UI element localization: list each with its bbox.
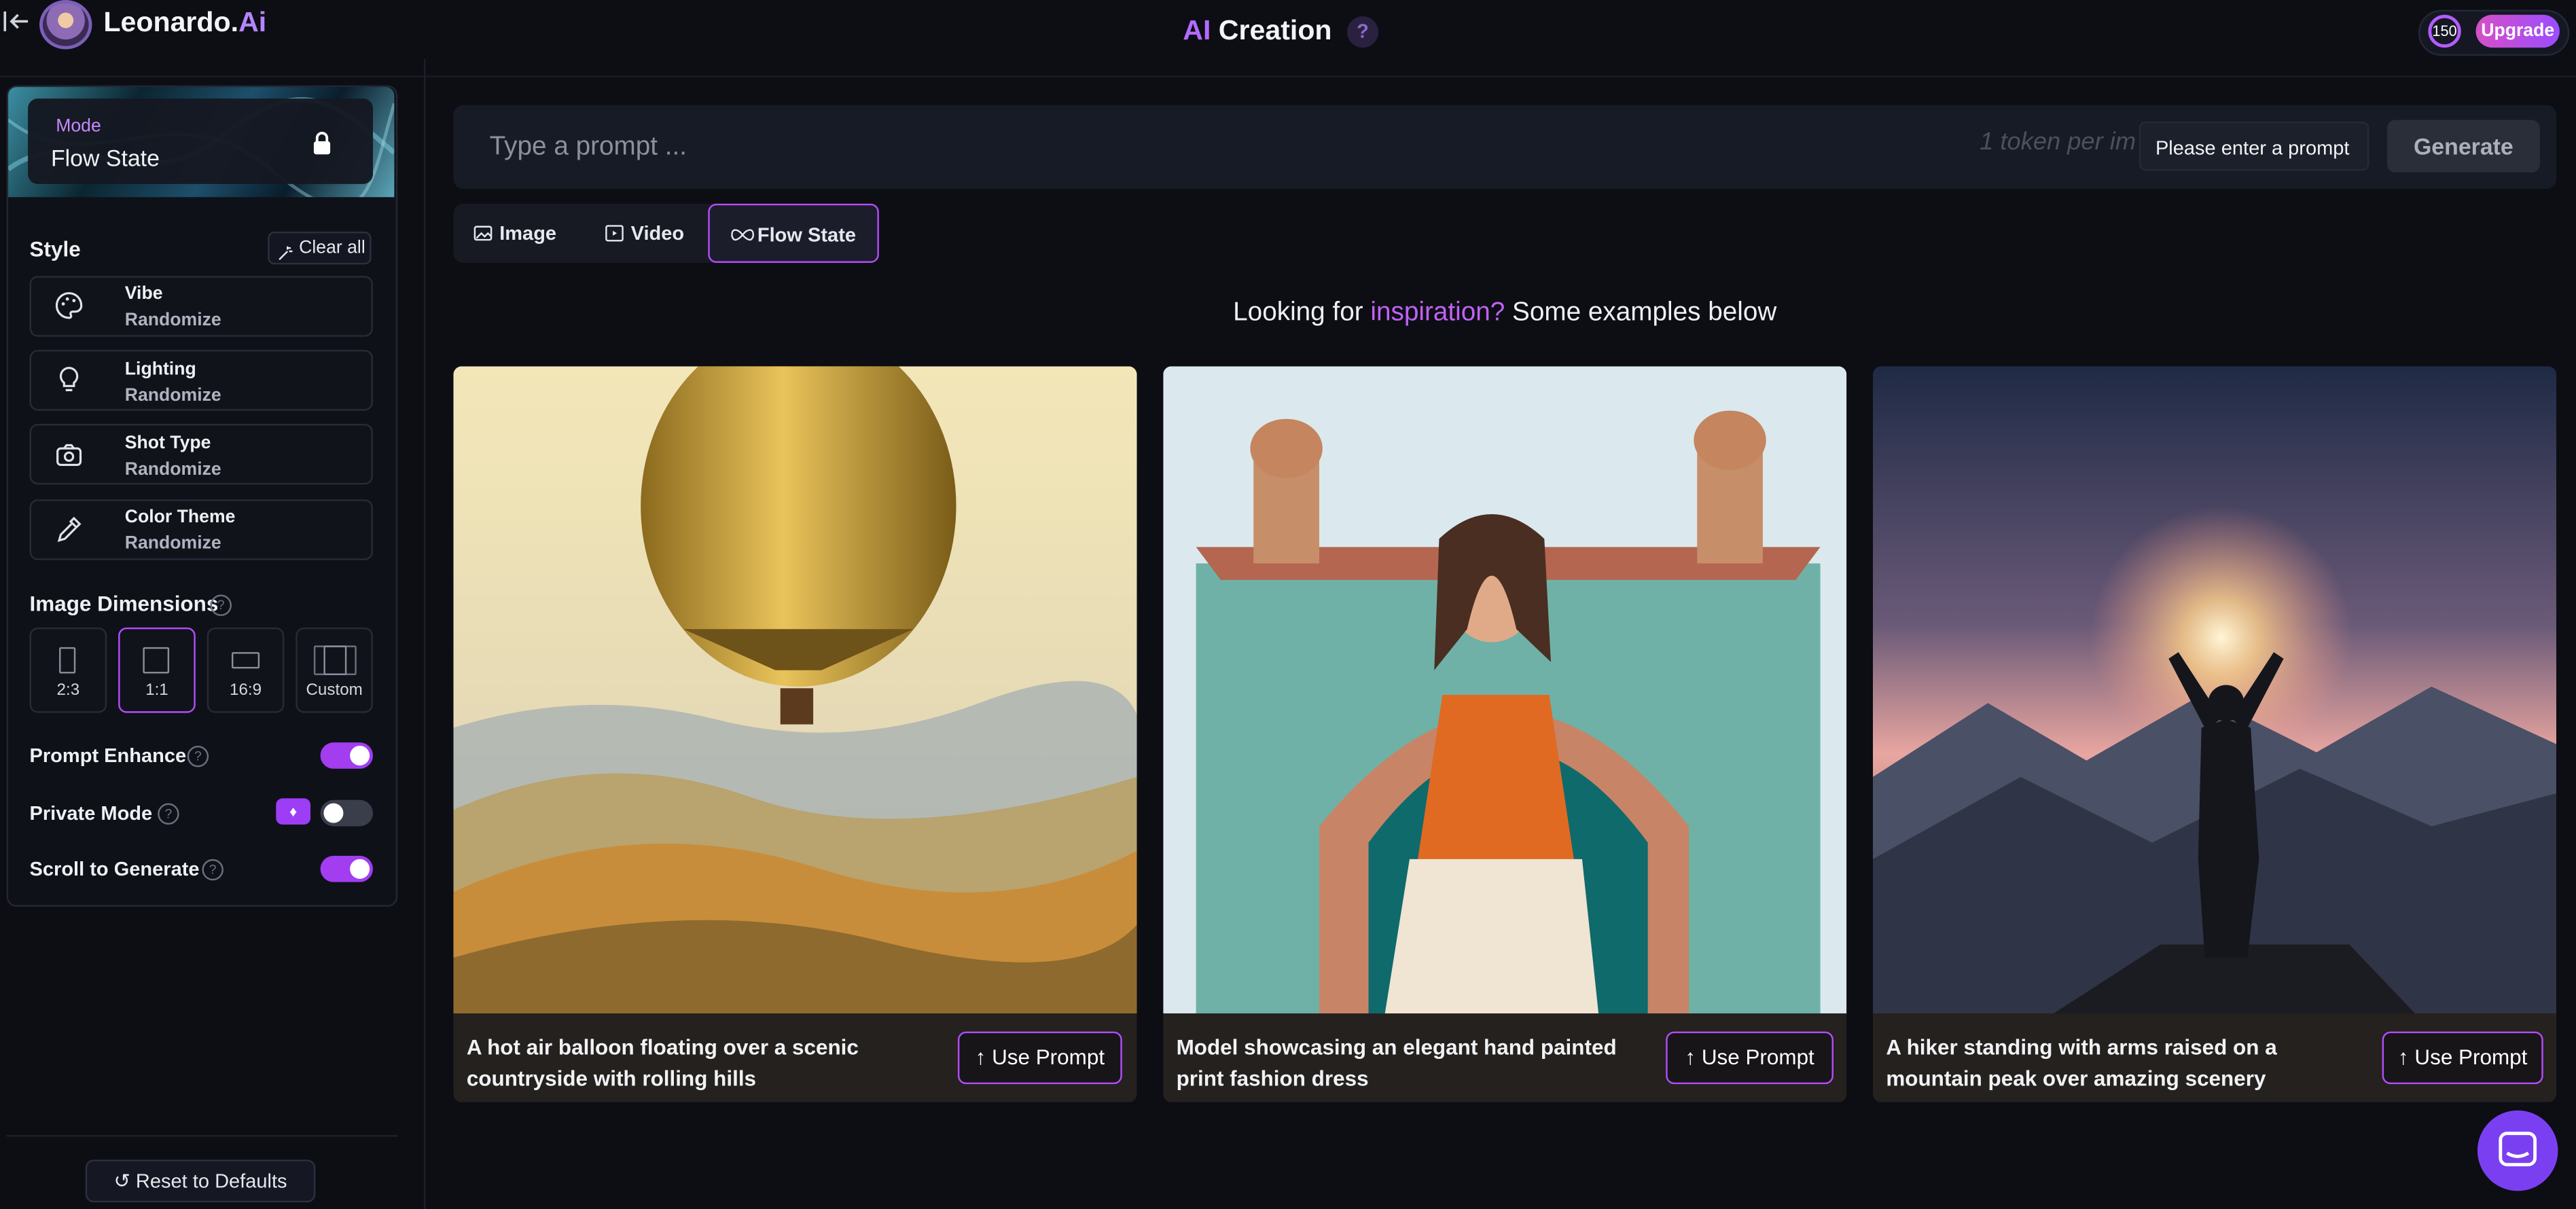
style-value: Randomize [125, 534, 221, 554]
private-mode-label: Private Mode [30, 801, 153, 825]
video-icon [605, 207, 624, 227]
brand-name[interactable]: Leonardo.Ai [103, 7, 266, 39]
tab-image-label: Image [499, 221, 556, 245]
private-mode-help-icon[interactable]: ? [158, 804, 179, 825]
reset-icon: ↺ [114, 1170, 136, 1193]
scroll-to-generate-toggle[interactable] [321, 856, 373, 882]
arrow-up-icon: ↑ [1685, 1045, 1696, 1069]
premium-gem-icon: ♦ [276, 798, 310, 825]
dimension-16-9[interactable] [207, 628, 285, 713]
clear-style-icon [278, 240, 294, 256]
tab-flow-state[interactable]: Flow State [708, 204, 879, 263]
reset-to-defaults-button[interactable]: ↺ Reset to Defaults [86, 1159, 316, 1202]
card-caption: Model showcasing an elegant hand painted… [1177, 1032, 1636, 1094]
square-ratio-icon [143, 647, 169, 674]
scroll-to-generate-label: Scroll to Generate [30, 857, 200, 880]
card-footer: Model showcasing an elegant hand painted… [1163, 1013, 1846, 1102]
token-count-badge[interactable]: 150 [2428, 15, 2461, 48]
prompt-enhance-label: Prompt Enhance [30, 744, 187, 768]
infinity-icon [731, 209, 751, 228]
card-footer: A hot air balloon floating over a scenic… [453, 1013, 1137, 1102]
tab-video[interactable]: Video [585, 204, 703, 263]
dimension-label: 16:9 [207, 682, 285, 700]
chat-support-button[interactable] [2477, 1111, 2558, 1191]
use-prompt-button[interactable]: ↑ Use Prompt [1666, 1032, 1833, 1084]
mode-value: Flow State [51, 145, 160, 171]
example-card-fashion: Model showcasing an elegant hand painted… [1163, 366, 1846, 1102]
image-dimensions-heading: Image Dimensions [30, 592, 219, 616]
help-icon[interactable]: ? [1347, 16, 1378, 48]
lock-icon [312, 131, 332, 154]
image-icon [473, 207, 493, 227]
brand-logo [39, 0, 92, 50]
style-name: Shot Type [125, 433, 211, 453]
card-caption: A hot air balloon floating over a scenic… [467, 1032, 927, 1094]
prompt-input[interactable] [486, 125, 1939, 171]
dimension-label: 2:3 [30, 682, 107, 700]
lightbulb-icon [54, 365, 84, 395]
dimensions-help-icon[interactable]: ? [211, 594, 232, 615]
example-card-hiker: A hiker standing with arms raised on a m… [1873, 366, 2556, 1102]
page-title: AI Creation [1183, 15, 1331, 48]
scroll-to-generate-help-icon[interactable]: ? [202, 859, 223, 880]
fashion-model-image [1163, 366, 1846, 1013]
token-cost-hint: 1 token per im [1980, 128, 2136, 156]
dimension-label: Custom [296, 682, 373, 700]
balloon-landscape-image [453, 366, 1137, 1013]
portrait-ratio-icon [59, 647, 75, 674]
chat-icon [2477, 1111, 2558, 1191]
private-mode-toggle[interactable] [321, 800, 373, 827]
style-name: Lighting [125, 360, 196, 380]
landscape-ratio-icon [232, 652, 260, 668]
toggle-knob [323, 804, 343, 823]
back-arrow-icon[interactable] [3, 10, 33, 41]
reset-label: Reset to Defaults [136, 1170, 287, 1193]
custom-ratio-inner-icon [323, 645, 346, 675]
style-value: Randomize [125, 386, 221, 405]
use-prompt-button[interactable]: ↑ Use Prompt [958, 1032, 1122, 1084]
upgrade-button[interactable]: Upgrade [2476, 15, 2560, 48]
dimension-label: 1:1 [118, 682, 196, 700]
style-heading: Style [30, 236, 81, 261]
tab-flow-state-label: Flow State [757, 223, 856, 247]
color-picker-icon [54, 514, 84, 544]
camera-icon [54, 440, 84, 470]
hiker-mountain-image [1873, 366, 2556, 1013]
use-prompt-button[interactable]: ↑ Use Prompt [2382, 1032, 2543, 1084]
prompt-enhance-help-icon[interactable]: ? [187, 746, 209, 767]
mode-label: Mode [56, 117, 101, 137]
prompt-enhance-toggle[interactable] [321, 742, 373, 769]
arrow-up-icon: ↑ [976, 1045, 986, 1069]
settings-panel [7, 86, 398, 907]
use-prompt-label: Use Prompt [1702, 1045, 1814, 1069]
card-caption: A hiker standing with arms raised on a m… [1886, 1032, 2346, 1094]
tab-video-label: Video [631, 221, 685, 245]
inspiration-heading: Looking for inspiration? Some examples b… [0, 299, 2576, 329]
style-name: Color Theme [125, 507, 236, 527]
card-footer: A hiker standing with arms raised on a m… [1873, 1013, 2556, 1102]
generate-button[interactable]: Generate [2387, 120, 2540, 173]
sidebar-divider [7, 1135, 398, 1136]
arrow-up-icon: ↑ [2398, 1045, 2409, 1069]
use-prompt-label: Use Prompt [2414, 1045, 2527, 1069]
use-prompt-label: Use Prompt [992, 1045, 1105, 1069]
prompt-required-tooltip: Please enter a prompt [2139, 122, 2369, 171]
tab-image[interactable]: Image [457, 204, 578, 263]
example-card-balloon: A hot air balloon floating over a scenic… [453, 366, 1137, 1102]
style-value: Randomize [125, 460, 221, 480]
toggle-knob [350, 746, 370, 765]
toggle-knob [350, 859, 370, 879]
